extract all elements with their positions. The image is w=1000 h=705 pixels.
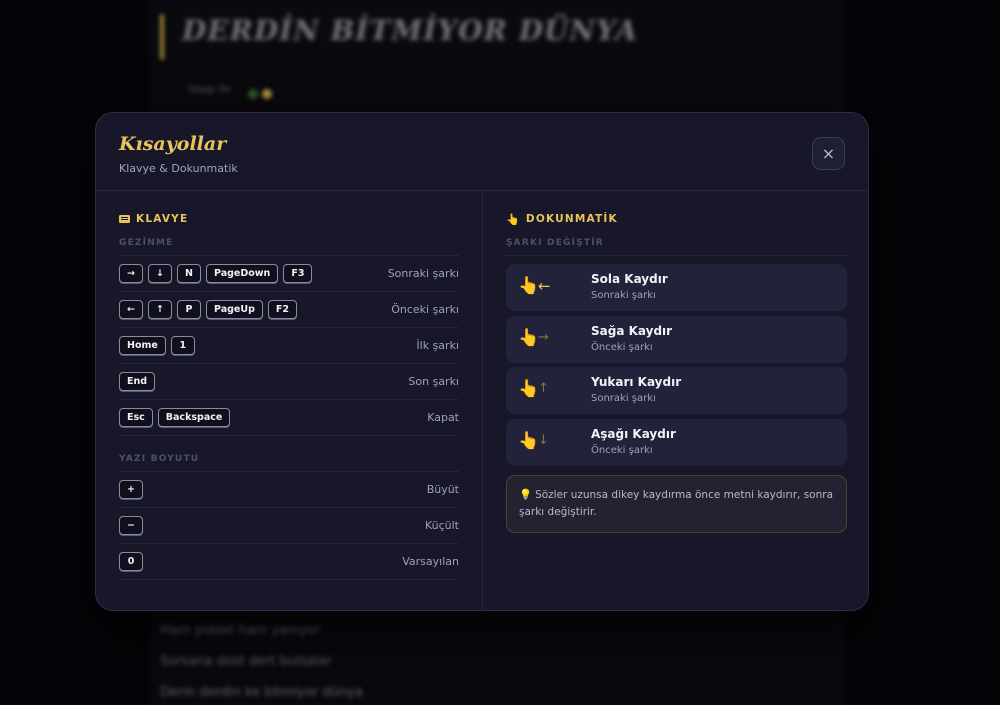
shortcut-row: ← ↑ P PageUp F2 Önceki şarkı xyxy=(119,292,459,328)
pointing-hand-icon: 👆 xyxy=(518,276,540,296)
modal-title: Kısayollar xyxy=(119,133,227,155)
key-cap: ↑ xyxy=(148,300,172,319)
gesture-card: 👆 ↓ Aşağı Kaydır Önceki şarkı xyxy=(506,418,847,466)
key-cap: N xyxy=(177,264,201,283)
key-group: End xyxy=(119,372,160,391)
change-song-subhead: ŞARKI DEĞİŞTİR xyxy=(506,226,847,256)
gesture-action: Sonraki şarkı xyxy=(591,290,656,301)
gesture-action: Sonraki şarkı xyxy=(591,393,656,404)
font-size-shortcuts: + Büyüt − Küçült 0 Varsayılan xyxy=(119,472,459,580)
gesture-card: 👆 ↑ Yukarı Kaydır Sonraki şarkı xyxy=(506,367,847,414)
key-group: → ↓ N PageDown F3 xyxy=(119,264,317,283)
pointing-hand-icon: 👆 xyxy=(518,379,540,399)
key-cap: 1 xyxy=(170,336,195,355)
gesture-card: 👆 ← Sola Kaydır Sonraki şarkı xyxy=(506,264,847,311)
shortcut-label: İlk şarkı xyxy=(416,339,459,352)
navigation-subhead: GEZİNME xyxy=(119,226,459,256)
background-dot xyxy=(248,89,258,99)
key-cap: ↓ xyxy=(148,264,172,283)
gesture-card: 👆 → Sağa Kaydır Önceki şarkı xyxy=(506,315,847,363)
shortcut-row: → ↓ N PageDown F3 Sonraki şarkı xyxy=(119,256,459,292)
column-divider xyxy=(482,191,483,610)
key-group: Home 1 xyxy=(119,336,200,355)
shortcut-row: Esc Backspace Kapat xyxy=(119,400,459,436)
gesture-title: Aşağı Kaydır xyxy=(591,426,676,441)
shortcut-label: Son şarkı xyxy=(408,375,459,388)
close-icon: × xyxy=(821,144,836,163)
shortcut-label: Varsayılan xyxy=(402,555,459,568)
modal-subtitle: Klavye & Dokunmatik xyxy=(119,162,238,175)
shortcut-label: Küçült xyxy=(424,519,459,532)
keyboard-heading-label: KLAVYE xyxy=(136,213,189,225)
navigation-shortcuts: → ↓ N PageDown F3 Sonraki şarkı ← ↑ P PageUp F2 Önc… xyxy=(119,256,459,436)
gesture-action: Önceki şarkı xyxy=(591,341,653,353)
tip-text: Sözler uzunsa dikey kaydırma önce metni … xyxy=(519,488,834,518)
shortcut-label: Kapat xyxy=(427,411,459,424)
key-cap: Backspace xyxy=(157,408,231,427)
key-cap: + xyxy=(119,480,143,499)
touch-column: 👆 DOKUNMATİK ŞARKI DEĞİŞTİR 👆 ← Sola Kaydı… xyxy=(506,191,847,533)
touch-heading: 👆 DOKUNMATİK xyxy=(506,212,847,226)
key-cap: PageUp xyxy=(206,300,263,319)
key-cap: 0 xyxy=(119,552,143,571)
modal-header: Kısayollar Klavye & Dokunmatik × xyxy=(96,113,868,191)
background-lyric-line: Ham şiddet ham yanıyor xyxy=(160,623,321,638)
background-lyric-line: Sorsana dost dert bulsalar xyxy=(160,654,332,669)
background-title-bar xyxy=(160,14,164,60)
background-dot xyxy=(262,89,272,99)
shortcuts-modal: Kısayollar Klavye & Dokunmatik × KLAVYE … xyxy=(95,112,869,611)
shortcut-label: Önceki şarkı xyxy=(391,303,459,316)
shortcut-label: Sonraki şarkı xyxy=(387,267,459,280)
keyboard-icon xyxy=(119,215,130,223)
key-cap: PageDown xyxy=(206,264,279,283)
background-lyric-line: Derin derdin ke bitmiyor dünya xyxy=(160,685,363,700)
shortcut-row: Home 1 İlk şarkı xyxy=(119,328,459,364)
shortcut-row: − Küçült xyxy=(119,508,459,544)
arrow-icon: ↑ xyxy=(538,381,549,396)
pointing-hand-icon: 👆 xyxy=(506,212,521,226)
shortcut-row: End Son şarkı xyxy=(119,364,459,400)
gesture-title: Sağa Kaydır xyxy=(591,323,673,338)
shortcut-label: Büyüt xyxy=(426,483,459,496)
arrow-icon: ← xyxy=(538,277,551,295)
font-size-subhead: YAZI BOYUTU xyxy=(119,442,459,472)
arrow-icon: ↓ xyxy=(538,432,549,448)
key-cap: P xyxy=(177,300,201,319)
key-group: − xyxy=(119,516,148,535)
key-cap: Esc xyxy=(119,408,153,427)
key-cap: Home xyxy=(119,336,166,355)
gesture-title: Sola Kaydır xyxy=(591,272,668,286)
shortcut-row: + Büyüt xyxy=(119,472,459,508)
background-dots xyxy=(248,84,288,99)
pointing-hand-icon: 👆 xyxy=(518,430,540,451)
arrow-icon: → xyxy=(538,329,549,345)
tip-box: 💡 Sözler uzunsa dikey kaydırma önce metni… xyxy=(506,474,847,533)
key-cap: → xyxy=(119,264,143,283)
shortcut-row: 0 Varsayılan xyxy=(119,544,459,580)
key-cap: F3 xyxy=(283,264,313,283)
key-cap: End xyxy=(119,372,156,391)
key-group: Esc Backspace xyxy=(119,408,235,427)
gesture-list: 👆 ← Sola Kaydır Sonraki şarkı 👆 → Sağa Kaydır Ö… xyxy=(506,264,847,466)
close-button[interactable]: × xyxy=(812,137,845,170)
keyboard-column: KLAVYE GEZİNME → ↓ N PageDown F3 Sonraki şark… xyxy=(119,191,459,580)
background-meta: Saygı ile xyxy=(188,84,231,95)
gesture-action: Önceki şarkı xyxy=(591,444,653,456)
gesture-title: Yukarı Kaydır xyxy=(591,375,682,389)
key-cap: − xyxy=(119,516,143,535)
key-cap: ← xyxy=(119,300,143,319)
pointing-hand-icon: 👆 xyxy=(518,327,540,348)
background-song-title: DERDİN BİTMİYOR DÜNYA xyxy=(182,14,638,47)
key-cap: F2 xyxy=(267,300,297,319)
keyboard-heading: KLAVYE xyxy=(119,212,459,226)
lightbulb-icon: 💡 xyxy=(519,488,533,501)
key-group: + xyxy=(119,480,148,499)
touch-heading-label: DOKUNMATİK xyxy=(525,213,618,225)
key-group: 0 xyxy=(119,552,148,571)
key-group: ← ↑ P PageUp F2 xyxy=(119,300,302,319)
